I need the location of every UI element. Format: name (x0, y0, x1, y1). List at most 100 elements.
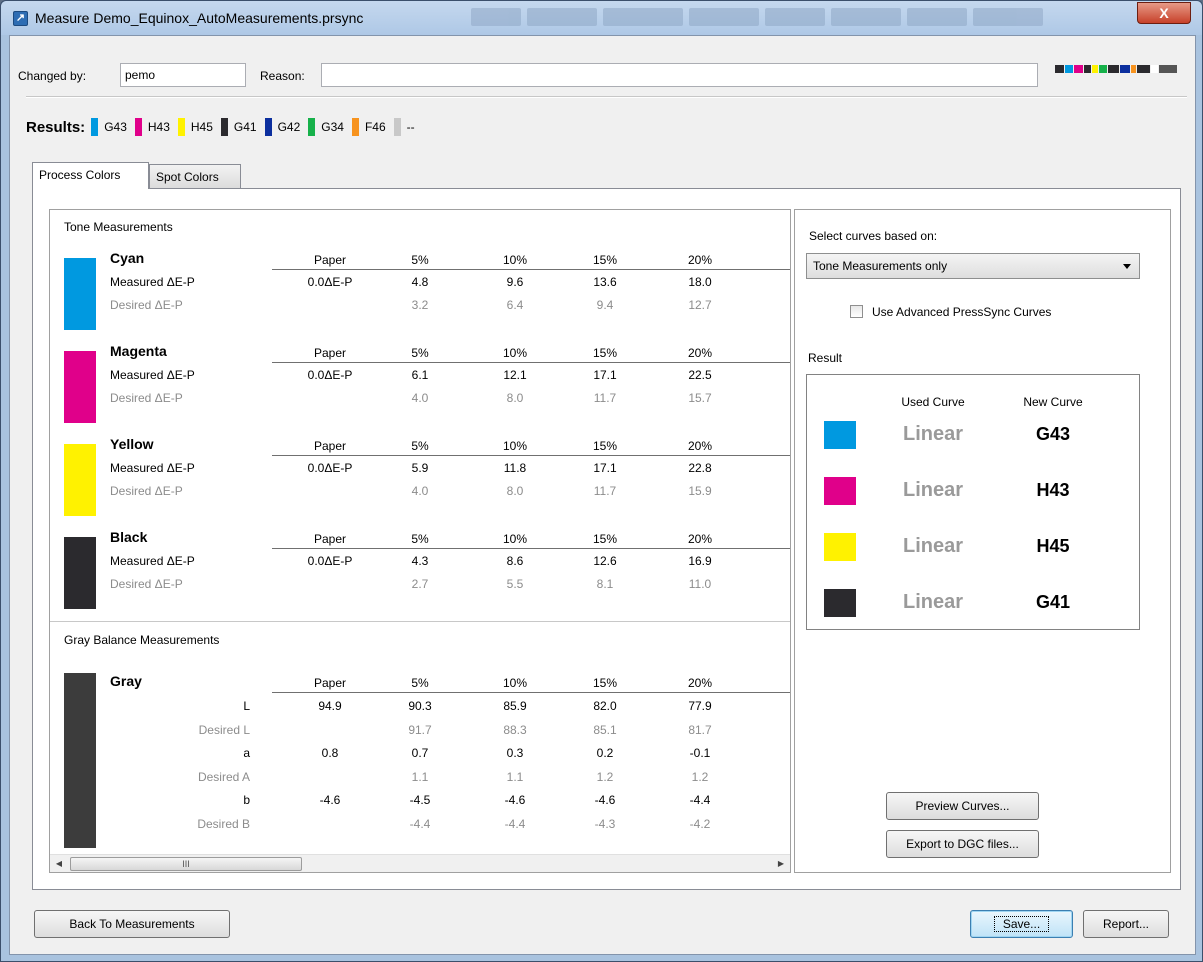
result-swatch (824, 477, 856, 505)
used-curve-value: Linear (902, 479, 964, 501)
column-header: 15% (592, 253, 618, 267)
desired-value: 15.7 (688, 391, 712, 405)
measured-value: 0.0ΔE-P (307, 461, 353, 475)
column-header: 5% (411, 676, 429, 690)
tab-spot-colors[interactable]: Spot Colors (149, 164, 241, 188)
gray-value: 1.1 (411, 769, 429, 784)
measured-value: 13.6 (593, 275, 617, 289)
column-header: Paper (313, 253, 347, 267)
gray-value: -4.4 (689, 793, 711, 807)
reason-label: Reason: (260, 69, 305, 83)
result-item: G34 (308, 118, 344, 136)
measured-value: 12.6 (593, 554, 617, 568)
desired-label: Desired ΔE-P (110, 484, 183, 498)
measured-value: 11.8 (503, 461, 527, 475)
advanced-curves-checkbox[interactable] (850, 305, 863, 318)
measured-value: 12.1 (503, 368, 527, 382)
desired-value: 8.0 (506, 391, 524, 405)
gray-value: 0.8 (321, 746, 339, 760)
result-swatch (91, 118, 99, 136)
measured-value: 0.0ΔE-P (307, 554, 353, 568)
color-name: Cyan (110, 250, 145, 266)
changed-by-field[interactable]: pemo (120, 63, 246, 87)
measured-value: 17.1 (593, 368, 617, 382)
horizontal-scrollbar[interactable]: ◀ III ▶ (50, 854, 790, 872)
desired-value: 8.1 (596, 577, 614, 591)
desired-value: 12.7 (688, 298, 712, 312)
gray-value: -4.6 (504, 793, 526, 807)
measured-value: 16.9 (688, 554, 712, 568)
desired-value: 9.4 (596, 298, 614, 312)
used-curve-header: Used Curve (901, 395, 965, 409)
report-button[interactable]: Report... (1083, 910, 1169, 938)
save-button[interactable]: Save... (970, 910, 1073, 938)
tab-process-colors[interactable]: Process Colors (32, 162, 149, 189)
gray-value: -0.1 (689, 746, 711, 760)
gray-value: 0.2 (596, 746, 614, 760)
gray-value: 1.1 (506, 769, 524, 784)
gray-value: 1.2 (596, 769, 614, 784)
back-to-measurements-button[interactable]: Back To Measurements (34, 910, 230, 938)
gray-name: Gray (110, 673, 142, 689)
curve-selection-panel: Select curves based on: Tone Measurement… (794, 209, 1171, 873)
column-header: 5% (411, 532, 429, 546)
color-name: Black (110, 529, 148, 545)
close-button[interactable]: X (1137, 2, 1191, 24)
header-rule (272, 269, 790, 270)
changed-by-label: Changed by: (18, 69, 87, 83)
column-header: 10% (502, 439, 528, 453)
reason-field[interactable] (321, 63, 1038, 87)
result-item: F46 (351, 118, 386, 136)
column-header: Paper (313, 346, 347, 360)
scroll-right-arrow-icon[interactable]: ▶ (774, 857, 788, 871)
gray-row-label: Desired A (197, 769, 250, 784)
gray-value: 94.9 (318, 699, 342, 713)
process-colors-panel: Tone Measurements Cyan Paper 5% 10% 15% 20% Me… (32, 188, 1181, 890)
column-header: 5% (411, 439, 429, 453)
desired-value: 11.0 (688, 577, 712, 591)
new-curve-header: New Curve (1023, 395, 1083, 409)
column-header: 10% (502, 532, 528, 546)
new-curve-value: G43 (1035, 424, 1071, 444)
desired-value: 4.0 (411, 391, 429, 405)
gray-value: 1.2 (691, 769, 709, 784)
result-swatch (824, 589, 856, 617)
column-header: 5% (411, 346, 429, 360)
result-swatch (220, 118, 228, 136)
scroll-left-arrow-icon[interactable]: ◀ (52, 857, 66, 871)
gray-value: -4.5 (409, 793, 431, 807)
column-header: Paper (313, 532, 347, 546)
result-item: G41 (220, 118, 257, 136)
column-header: 20% (687, 439, 713, 453)
preview-curves-button[interactable]: Preview Curves... (886, 792, 1039, 820)
measurements-panel: Tone Measurements Cyan Paper 5% 10% 15% 20% Me… (49, 209, 791, 873)
gray-value: -4.6 (594, 793, 616, 807)
column-header: 15% (592, 676, 618, 690)
advanced-curves-label[interactable]: Use Advanced PressSync Curves (872, 305, 1051, 319)
column-header: 15% (592, 439, 618, 453)
scroll-thumb[interactable]: III (70, 857, 302, 871)
curve-basis-select[interactable]: Tone Measurements only (806, 253, 1140, 279)
desired-value: 5.5 (506, 577, 524, 591)
measured-value: 22.8 (688, 461, 712, 475)
desired-label: Desired ΔE-P (110, 391, 183, 405)
gray-value: 77.9 (688, 699, 712, 713)
top-separator (26, 96, 1187, 98)
gray-row-label: L (243, 699, 250, 713)
column-header: 20% (687, 346, 713, 360)
section-divider (50, 621, 790, 622)
measured-label: Measured ΔE-P (110, 368, 195, 382)
color-strip-logo (1055, 65, 1177, 73)
desired-value: 11.7 (593, 484, 617, 498)
desired-value: 11.7 (593, 391, 617, 405)
used-curve-value: Linear (902, 535, 964, 557)
export-dgc-button[interactable]: Export to DGC files... (886, 830, 1039, 858)
column-header: Paper (313, 676, 347, 690)
result-swatch (134, 118, 142, 136)
measured-value: 22.5 (688, 368, 712, 382)
result-item: H43 (134, 118, 170, 136)
header-rule (272, 455, 790, 456)
window-title: Measure Demo_Equinox_AutoMeasurements.pr… (35, 10, 364, 26)
result-table: Used Curve New Curve Linear G43 Linear H43 L… (806, 374, 1140, 630)
header-rule (272, 692, 790, 693)
